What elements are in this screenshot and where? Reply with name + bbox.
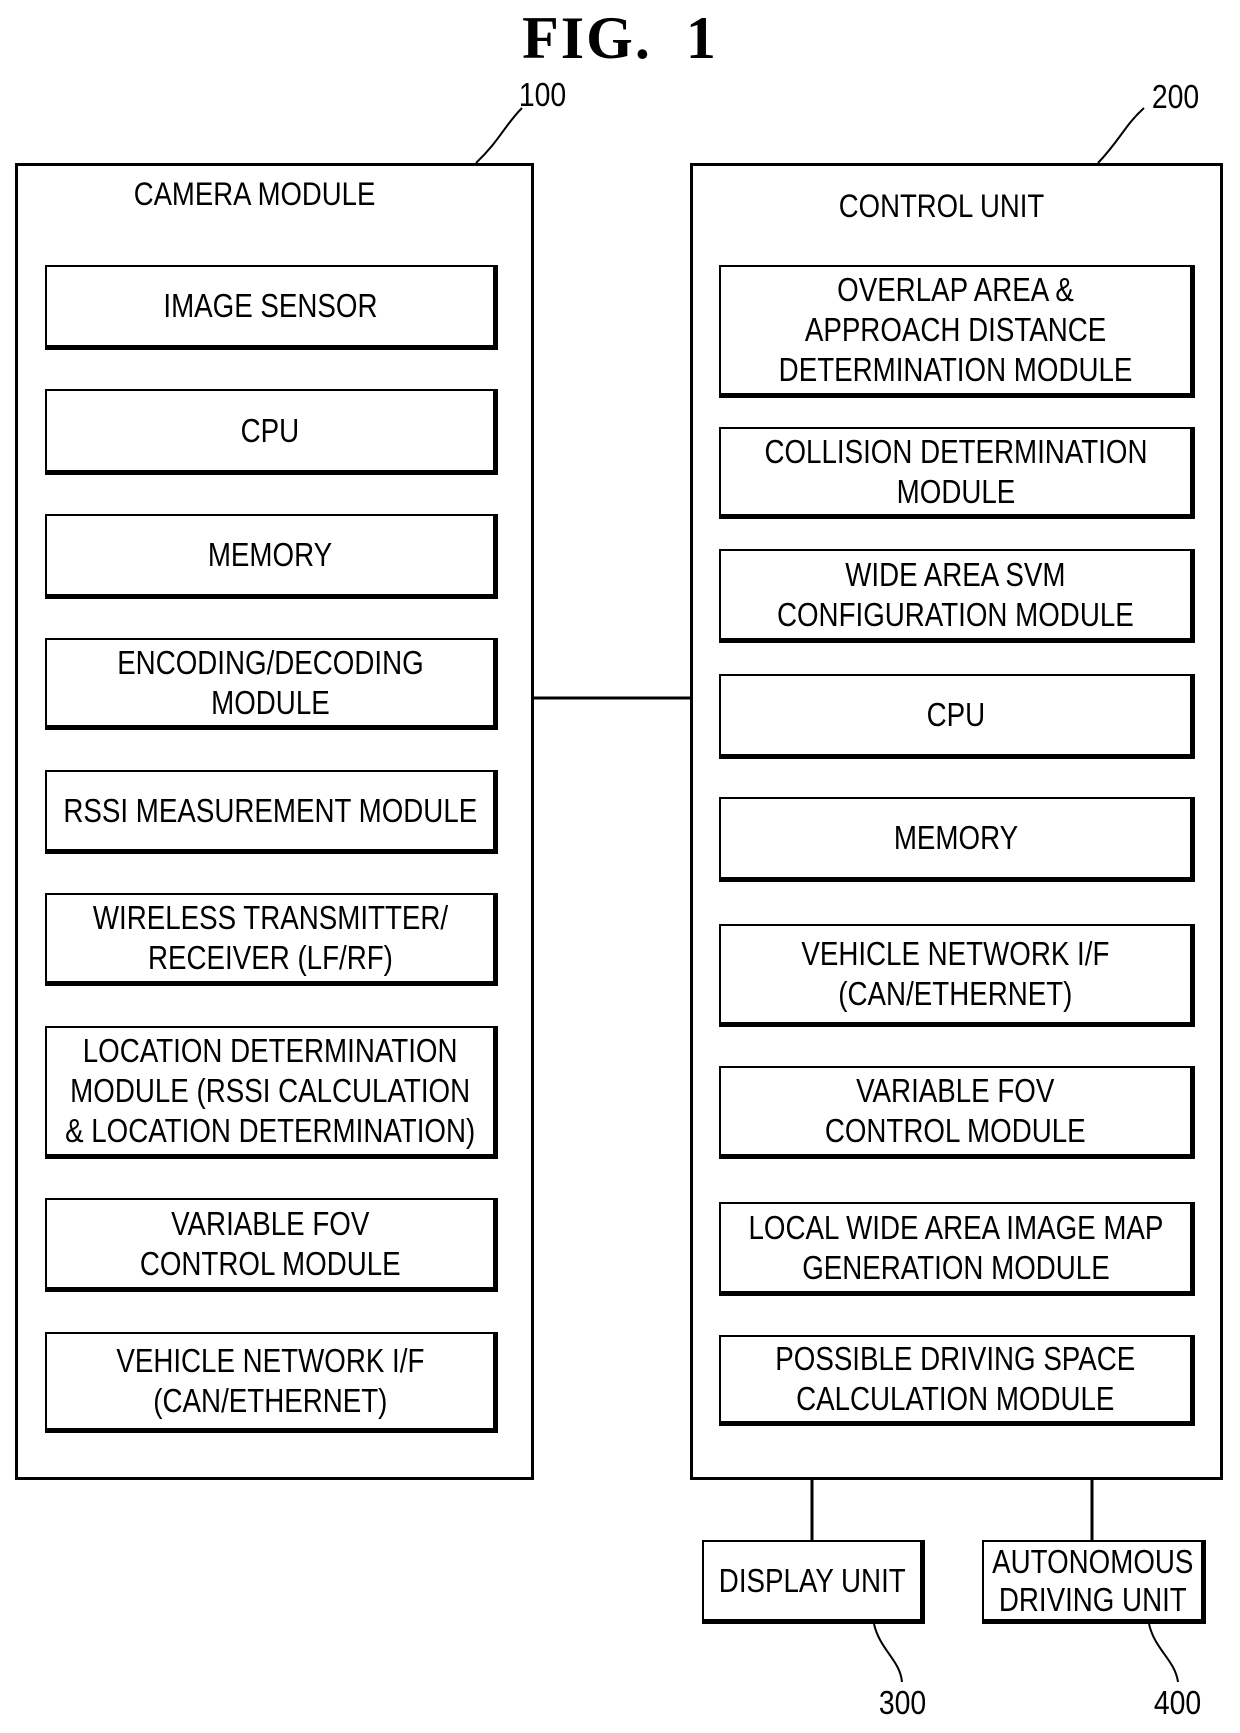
camera-item-location-determination: LOCATION DETERMINATION MODULE (RSSI CALC… — [45, 1026, 498, 1159]
control-item-wide-area-svm: WIDE AREA SVM CONFIGURATION MODULE — [719, 549, 1195, 643]
camera-item-cpu: CPU — [45, 389, 498, 475]
control-item-memory: MEMORY — [719, 797, 1195, 882]
control-item-overlap-area: OVERLAP AREA & APPROACH DISTANCE DETERMI… — [719, 265, 1195, 398]
ref-leader-100 — [475, 107, 523, 164]
camera-item-image-sensor: IMAGE SENSOR — [45, 265, 498, 350]
ref-label-300: 300 — [878, 1684, 927, 1721]
ref-label-100: 100 — [518, 76, 567, 113]
control-item-local-wide-area-map: LOCAL WIDE AREA IMAGE MAP GENERATION MOD… — [719, 1202, 1195, 1296]
ref-leader-300 — [873, 1623, 903, 1683]
ref-label-200: 200 — [1151, 78, 1200, 115]
ref-leader-200 — [1097, 107, 1145, 164]
camera-item-rssi-measurement: RSSI MEASUREMENT MODULE — [45, 770, 498, 854]
camera-item-encoding-decoding: ENCODING/DECODING MODULE — [45, 638, 498, 730]
control-unit-title: CONTROL UNIT — [838, 188, 1045, 224]
ref-leader-400 — [1148, 1623, 1179, 1683]
control-item-possible-driving-space: POSSIBLE DRIVING SPACE CALCULATION MODUL… — [719, 1335, 1195, 1426]
control-item-variable-fov: VARIABLE FOV CONTROL MODULE — [719, 1066, 1195, 1159]
camera-item-variable-fov: VARIABLE FOV CONTROL MODULE — [45, 1198, 498, 1292]
ref-label-400: 400 — [1153, 1684, 1202, 1721]
figure-title: FIG. 1 — [522, 5, 718, 71]
autonomous-driving-unit-block: AUTONOMOUS DRIVING UNIT — [982, 1540, 1206, 1624]
camera-item-vehicle-network: VEHICLE NETWORK I/F (CAN/ETHERNET) — [45, 1332, 498, 1433]
camera-module-title: CAMERA MODULE — [133, 176, 376, 212]
control-item-cpu: CPU — [719, 674, 1195, 759]
display-unit-block: DISPLAY UNIT — [702, 1540, 925, 1624]
control-item-vehicle-network: VEHICLE NETWORK I/F (CAN/ETHERNET) — [719, 924, 1195, 1027]
camera-item-memory: MEMORY — [45, 514, 498, 599]
camera-item-wireless-transceiver: WIRELESS TRANSMITTER/ RECEIVER (LF/RF) — [45, 893, 498, 986]
control-item-collision: COLLISION DETERMINATION MODULE — [719, 427, 1195, 519]
